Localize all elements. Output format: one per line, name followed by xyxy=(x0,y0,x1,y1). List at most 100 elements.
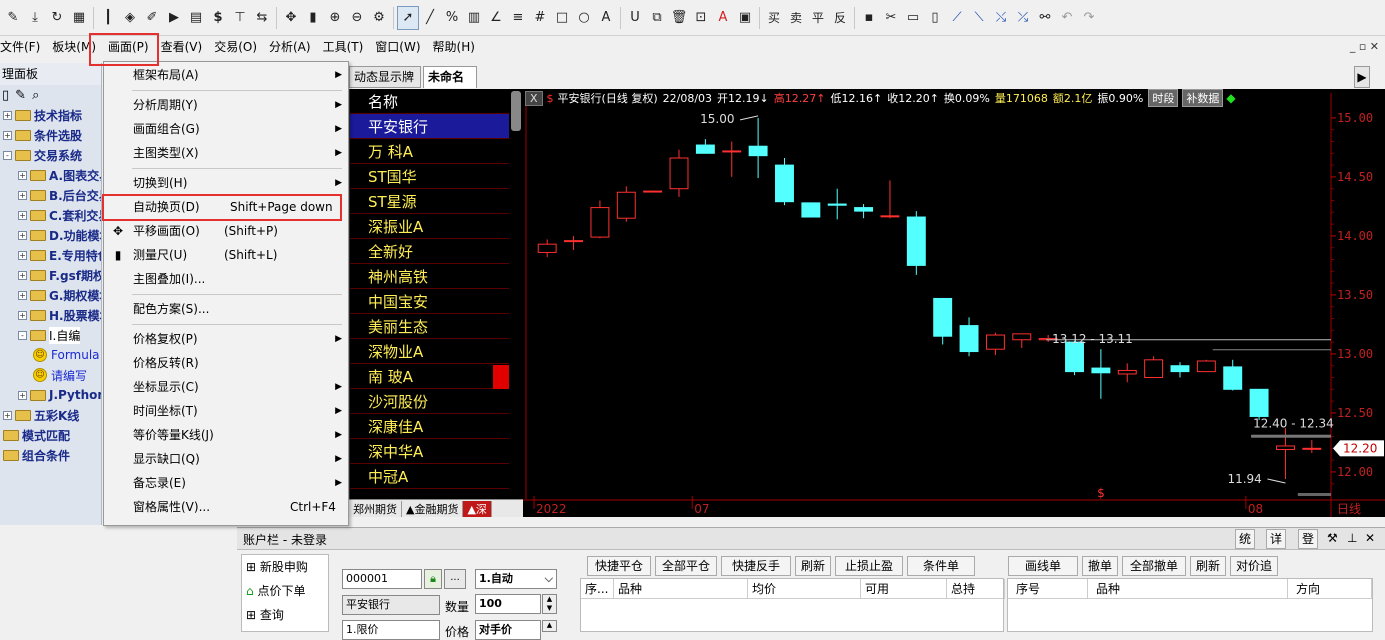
position-column-header[interactable]: 序... xyxy=(581,579,614,599)
menu-analysis[interactable]: 分析(A) xyxy=(263,36,317,58)
order-column-header[interactable]: 序号 xyxy=(1008,579,1088,599)
position-action-button[interactable]: 刷新 xyxy=(795,556,831,576)
position-column-header[interactable]: 均价 xyxy=(748,579,861,599)
sheet-tab[interactable]: ▲金融期货 xyxy=(402,500,464,517)
candle-icon[interactable]: ┃ xyxy=(97,6,119,30)
toolbar-text-button[interactable]: 买 xyxy=(763,6,785,30)
tree-item[interactable]: - I.自编 xyxy=(0,325,101,345)
menu-item[interactable]: 价格复权(P) ▶ xyxy=(104,328,348,350)
expand-icon[interactable]: + xyxy=(18,210,27,220)
expand-icon[interactable]: + xyxy=(18,270,27,280)
tab-dynamic-board[interactable]: 动态显示牌 xyxy=(349,66,421,88)
hash-icon[interactable]: # xyxy=(529,6,551,30)
position-column-header[interactable]: 可用 xyxy=(861,579,947,599)
order-action-button[interactable]: 刷新 xyxy=(1190,556,1226,576)
expand-icon[interactable]: + xyxy=(3,130,12,140)
copy-icon[interactable]: ⧉ xyxy=(646,6,668,30)
stock-list-item[interactable]: 深振业A xyxy=(350,214,510,239)
tree-item[interactable]: + F.gsf期权 xyxy=(0,265,101,285)
text-icon[interactable]: A xyxy=(595,6,617,30)
menu-look[interactable]: 查看(V) xyxy=(155,36,209,58)
stock-list-item[interactable]: 中国宝安 xyxy=(350,289,510,314)
expand-icon[interactable]: + xyxy=(3,410,12,420)
search-icon[interactable]: ⌕ xyxy=(32,88,39,103)
stock-list-item[interactable]: ST国华 xyxy=(350,164,510,189)
account-function-item[interactable]: ⊞ 查询 xyxy=(242,603,328,627)
filter-icon[interactable]: ⊤ xyxy=(229,6,251,30)
tree-item[interactable]: ☺ 请编写 xyxy=(0,365,101,385)
tree-item[interactable]: + A.图表交易 xyxy=(0,165,101,185)
position-column-header[interactable]: 品种 xyxy=(614,579,748,599)
tree-item[interactable]: 模式匹配 xyxy=(0,425,101,445)
tree-item[interactable]: + D.功能模块 xyxy=(0,225,101,245)
line-icon[interactable]: ╱ xyxy=(419,6,441,30)
tool2-icon[interactable]: ⟍ xyxy=(968,6,990,30)
order-action-button[interactable]: 全部撤单 xyxy=(1122,556,1186,576)
redo-icon[interactable]: ↷ xyxy=(1078,6,1100,30)
tree-item[interactable]: + 技术指标 xyxy=(0,105,101,125)
menu-item[interactable]: 等价等量K线(J) ▶ xyxy=(104,424,348,446)
account-stat-button[interactable]: 统 xyxy=(1235,529,1255,549)
position-action-button[interactable]: 快捷反手 xyxy=(721,556,791,576)
dollar-icon[interactable]: $ xyxy=(207,6,229,30)
fill-data-button[interactable]: 补数据 xyxy=(1182,89,1224,107)
edit-doc-icon[interactable]: ✎ xyxy=(15,88,26,103)
tree-item[interactable]: ☺ Formula xyxy=(0,345,101,365)
menu-trade[interactable]: 交易(O) xyxy=(208,36,263,58)
stock-list-item[interactable]: 沙河股份 xyxy=(350,389,510,414)
lock-icon[interactable]: 🔒︎ xyxy=(424,569,442,589)
menu-help[interactable]: 帮助(H) xyxy=(427,36,481,58)
order-action-button[interactable]: 对价追 xyxy=(1230,556,1278,576)
toolbar-text-button[interactable]: 平 xyxy=(807,6,829,30)
tree-item[interactable]: + 条件选股 xyxy=(0,125,101,145)
close-info-button[interactable]: X xyxy=(525,90,543,106)
swap-icon[interactable]: ⇆ xyxy=(251,6,273,30)
menu-item[interactable]: ✥ 平移画面(O) (Shift+P) xyxy=(104,220,348,242)
menu-item[interactable]: 价格反转(R) xyxy=(104,352,348,374)
collapse-icon[interactable]: - xyxy=(18,330,27,340)
position-action-button[interactable]: 止损止盈 xyxy=(835,556,903,576)
stock-list-item[interactable]: 深康佳A xyxy=(350,414,510,439)
order-action-button[interactable]: 画线单 xyxy=(1008,556,1078,576)
quantity-stepper[interactable]: ▲ ▼ xyxy=(542,594,557,614)
tab-unnamed[interactable]: 未命名 xyxy=(423,66,477,88)
rect-icon[interactable]: □ xyxy=(551,6,573,30)
stock-list-item[interactable]: 全新好 xyxy=(350,239,510,264)
tab-scroll-right-icon[interactable]: ▶ xyxy=(1354,66,1370,88)
stock-list-item[interactable]: 万 科A xyxy=(350,139,510,164)
angle-icon[interactable]: ∠ xyxy=(485,6,507,30)
toolbar-text-button[interactable]: 反 xyxy=(829,6,851,30)
window-controls[interactable]: _ ▫ ✕ xyxy=(1350,40,1379,53)
menu-item[interactable]: 备忘录(E) ▶ xyxy=(104,472,348,494)
cursor-icon[interactable]: ➚ xyxy=(397,5,419,30)
stock-list-item[interactable]: 中冠A xyxy=(350,464,510,489)
diamond-icon[interactable]: ◈ xyxy=(119,6,141,30)
tree-item[interactable]: + B.后台交易 xyxy=(0,185,101,205)
expand-icon[interactable]: + xyxy=(18,290,27,300)
new-doc-icon[interactable]: ▯ xyxy=(2,88,9,103)
hlines-icon[interactable]: ≡ xyxy=(507,6,529,30)
cut-icon[interactable]: ✂ xyxy=(880,6,902,30)
expand-icon[interactable]: + xyxy=(18,230,27,240)
menu-item[interactable]: 显示缺口(Q) ▶ xyxy=(104,448,348,470)
tool4-icon[interactable]: ⤰ xyxy=(1012,6,1034,30)
grid-icon[interactable]: ▦ xyxy=(68,6,90,30)
tree-item[interactable]: + J.Python xyxy=(0,385,101,405)
play-icon[interactable]: ▶ xyxy=(163,6,185,30)
gear-icon[interactable]: ⚙ xyxy=(368,6,390,30)
account-close-icon[interactable]: ✕ xyxy=(1365,531,1375,545)
stock-list-item[interactable]: 南 玻A xyxy=(350,364,510,389)
menu-item[interactable]: 切换到(H) ▶ xyxy=(104,172,348,194)
disk-icon[interactable]: ▪ xyxy=(858,6,880,30)
order-column-header[interactable]: 方向 xyxy=(1288,579,1372,599)
tree-item[interactable]: - 交易系统 xyxy=(0,145,101,165)
more-button[interactable]: ... xyxy=(444,569,466,589)
stock-list-item[interactable]: 深物业A xyxy=(350,339,510,364)
position-action-button[interactable]: 全部平仓 xyxy=(655,556,717,576)
tree-item[interactable]: + C.套利交易 xyxy=(0,205,101,225)
sheet-tab[interactable]: 郑州期货 xyxy=(349,500,402,517)
expand-icon[interactable]: + xyxy=(18,190,27,200)
account-tools-icon[interactable]: ⚒ xyxy=(1327,531,1338,545)
expand-icon[interactable]: + xyxy=(3,110,12,120)
menu-item[interactable]: 主图叠加(I)... xyxy=(104,268,348,290)
